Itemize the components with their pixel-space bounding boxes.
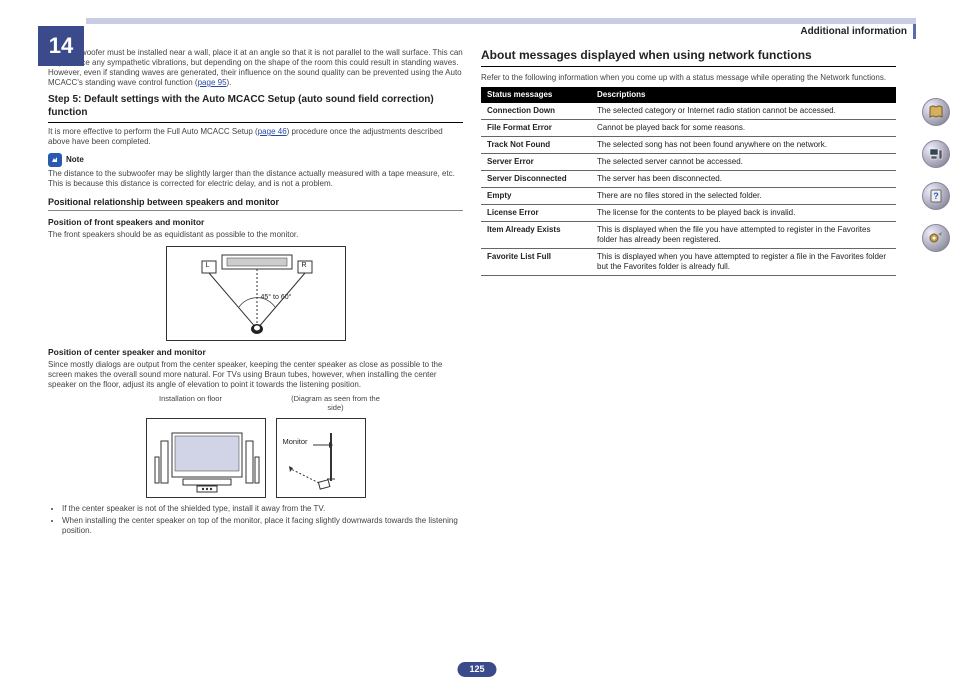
cell-desc: The selected song has not been found any… <box>591 137 896 154</box>
table-row: Item Already ExistsThis is displayed whe… <box>481 222 896 249</box>
front-speaker-diagram: L R 45° to 60° <box>166 246 346 341</box>
cell-status: Connection Down <box>481 103 591 120</box>
intro-span: If the subwoofer must be installed near … <box>48 48 463 87</box>
diag2-monitor: Monitor <box>283 437 308 446</box>
side-nav: ? <box>922 98 950 252</box>
intro-text: If the subwoofer must be installed near … <box>48 48 463 88</box>
note-row: Note <box>48 153 463 167</box>
center-diagram-front <box>146 418 266 498</box>
right-column: About messages displayed when using netw… <box>481 48 896 538</box>
cell-desc: There are no files stored in the selecte… <box>591 188 896 205</box>
front-body: The front speakers should be as equidist… <box>48 230 463 240</box>
th-desc: Descriptions <box>591 87 896 103</box>
system-icon[interactable] <box>922 140 950 168</box>
diag1-angle: 45° to 60° <box>261 294 292 303</box>
svg-text:?: ? <box>933 191 939 201</box>
cell-desc: The selected server cannot be accessed. <box>591 154 896 171</box>
list-item: When installing the center speaker on to… <box>62 516 463 536</box>
cell-status: Server Disconnected <box>481 171 591 188</box>
center-diagram-side: Monitor <box>276 418 366 498</box>
center-bullets: If the center speaker is not of the shie… <box>48 504 463 536</box>
table-row: File Format ErrorCannot be played back f… <box>481 120 896 137</box>
th-status: Status messages <box>481 87 591 103</box>
front-title: Position of front speakers and monitor <box>48 217 463 228</box>
settings-icon[interactable] <box>922 224 950 252</box>
cell-desc: Cannot be played back for some reasons. <box>591 120 896 137</box>
chapter-badge: 14 <box>38 26 84 66</box>
cell-desc: The server has been disconnected. <box>591 171 896 188</box>
step-title: Step 5: Default settings with the Auto M… <box>48 94 463 123</box>
table-row: Favorite List FullThis is displayed when… <box>481 249 896 276</box>
table-row: Track Not FoundThe selected song has not… <box>481 137 896 154</box>
center-title: Position of center speaker and monitor <box>48 347 463 358</box>
note-body: The distance to the subwoofer may be sli… <box>48 169 463 189</box>
status-table: Status messages Descriptions Connection … <box>481 87 896 276</box>
content-area: If the subwoofer must be installed near … <box>0 44 954 538</box>
cell-status: Empty <box>481 188 591 205</box>
book-icon[interactable] <box>922 98 950 126</box>
note-label: Note <box>66 155 84 165</box>
center-body: Since mostly dialogs are output from the… <box>48 360 463 390</box>
step-body-a: It is more effective to perform the Full… <box>48 127 258 136</box>
help-icon[interactable]: ? <box>922 182 950 210</box>
diag1-R: R <box>302 262 307 271</box>
cell-desc: The license for the contents to be playe… <box>591 205 896 222</box>
cell-status: File Format Error <box>481 120 591 137</box>
header-bar: Additional information <box>86 18 916 44</box>
step-link[interactable]: page 46 <box>258 127 287 136</box>
about-title: About messages displayed when using netw… <box>481 48 896 67</box>
pos-title: Positional relationship between speakers… <box>48 197 463 211</box>
table-row: License ErrorThe license for the content… <box>481 205 896 222</box>
cell-status: Server Error <box>481 154 591 171</box>
cell-status: Item Already Exists <box>481 222 591 249</box>
table-row: EmptyThere are no files stored in the se… <box>481 188 896 205</box>
step-body: It is more effective to perform the Full… <box>48 127 463 147</box>
left-column: If the subwoofer must be installed near … <box>48 48 463 538</box>
intro-close: ). <box>227 78 232 87</box>
note-icon <box>48 153 62 167</box>
cell-desc: This is displayed when the file you have… <box>591 222 896 249</box>
caption-a: Installation on floor <box>131 394 251 413</box>
table-row: Connection DownThe selected category or … <box>481 103 896 120</box>
cell-desc: The selected category or Internet radio … <box>591 103 896 120</box>
cell-status: License Error <box>481 205 591 222</box>
about-lead: Refer to the following information when … <box>481 73 896 83</box>
center-diagram-wrap: Monitor <box>48 418 463 498</box>
table-row: Server DisconnectedThe server has been d… <box>481 171 896 188</box>
intro-link[interactable]: page 95 <box>198 78 227 87</box>
table-row: Server ErrorThe selected server cannot b… <box>481 154 896 171</box>
diag1-L: L <box>206 262 210 271</box>
header-title: Additional information <box>800 24 916 39</box>
cell-status: Track Not Found <box>481 137 591 154</box>
cell-desc: This is displayed when you have attempte… <box>591 249 896 276</box>
list-item: If the center speaker is not of the shie… <box>62 504 463 514</box>
caption-b: (Diagram as seen from the side) <box>291 394 381 413</box>
cell-status: Favorite List Full <box>481 249 591 276</box>
